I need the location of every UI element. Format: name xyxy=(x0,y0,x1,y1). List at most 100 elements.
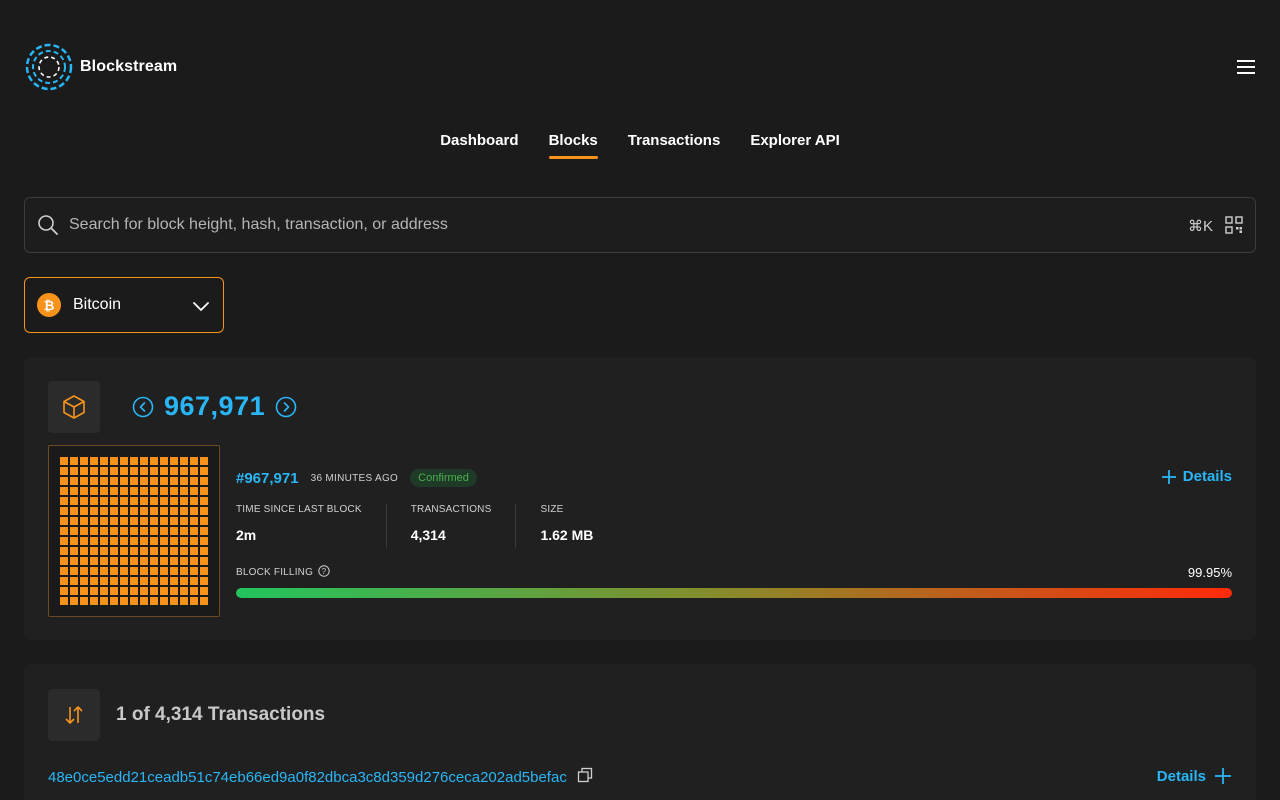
tx-cell xyxy=(70,527,78,535)
tx-cell xyxy=(150,597,158,605)
tx-cell xyxy=(90,547,98,555)
tx-cell xyxy=(80,457,88,465)
tx-cell xyxy=(110,577,118,585)
transaction-details-button[interactable]: Details xyxy=(1157,767,1232,785)
tx-cell xyxy=(200,577,208,585)
tx-cell xyxy=(100,557,108,565)
tx-cell xyxy=(60,537,68,545)
qr-scan-button[interactable] xyxy=(1225,216,1243,239)
tx-cell xyxy=(160,497,168,505)
tx-cell xyxy=(150,457,158,465)
block-link[interactable]: #967,971 xyxy=(236,470,299,487)
tx-cell xyxy=(90,477,98,485)
arrows-up-down-icon xyxy=(65,706,83,724)
nav-dashboard[interactable]: Dashboard xyxy=(440,132,518,159)
tx-cell xyxy=(70,557,78,565)
tx-cell xyxy=(180,507,188,515)
tx-cell xyxy=(180,497,188,505)
tx-cell xyxy=(90,557,98,565)
tx-cell xyxy=(70,497,78,505)
copy-button[interactable] xyxy=(577,767,593,788)
tx-cell xyxy=(140,487,148,495)
tx-cell xyxy=(160,467,168,475)
transaction-id-link[interactable]: 48e0ce5edd21ceadb51c74eb66ed9a0f82dbca3c… xyxy=(48,769,567,786)
tx-cell xyxy=(140,527,148,535)
tx-cell xyxy=(90,467,98,475)
tx-cell xyxy=(130,577,138,585)
tx-cell xyxy=(60,457,68,465)
nav-explorer-api[interactable]: Explorer API xyxy=(750,132,839,159)
nav-blocks[interactable]: Blocks xyxy=(548,132,598,159)
tx-cell xyxy=(130,537,138,545)
tx-cell xyxy=(110,507,118,515)
tx-cell xyxy=(100,487,108,495)
tx-cell xyxy=(170,517,178,525)
tx-cell xyxy=(120,487,128,495)
stat-size: SIZE 1.62 MB xyxy=(515,504,617,548)
tx-cell xyxy=(100,497,108,505)
tx-cell xyxy=(100,597,108,605)
tx-cell xyxy=(180,467,188,475)
tx-cell xyxy=(160,527,168,535)
status-badge: Confirmed xyxy=(410,469,477,487)
previous-block-button[interactable] xyxy=(132,396,154,418)
tx-cell xyxy=(170,577,178,585)
network-select[interactable]: ₿ Bitcoin xyxy=(24,277,224,333)
brand-name: Blockstream xyxy=(80,58,178,75)
tx-cell xyxy=(110,497,118,505)
tx-cell xyxy=(80,557,88,565)
stat-label: TIME SINCE LAST BLOCK xyxy=(236,504,362,515)
tx-cell xyxy=(170,497,178,505)
tx-cell xyxy=(90,577,98,585)
tx-cell xyxy=(200,537,208,545)
tx-cell xyxy=(150,467,158,475)
tx-cell xyxy=(180,477,188,485)
tx-cell xyxy=(190,597,198,605)
next-block-button[interactable] xyxy=(275,396,297,418)
tx-cell xyxy=(180,577,188,585)
tx-cell xyxy=(200,487,208,495)
nav-transactions[interactable]: Transactions xyxy=(628,132,721,159)
brand-logo[interactable]: Blockstream xyxy=(24,42,177,92)
tx-cell xyxy=(130,467,138,475)
copy-icon xyxy=(577,767,592,783)
block-details-button[interactable]: Details xyxy=(1161,468,1232,485)
tx-cell xyxy=(170,557,178,565)
tx-cell xyxy=(120,477,128,485)
tx-cell xyxy=(190,547,198,555)
tx-cell xyxy=(170,587,178,595)
help-icon[interactable]: ? xyxy=(318,565,330,580)
tx-cell xyxy=(60,557,68,565)
tx-cell xyxy=(70,467,78,475)
stat-value: 4,314 xyxy=(410,527,446,543)
tx-cell xyxy=(110,477,118,485)
keyboard-shortcut-hint: ⌘K xyxy=(1187,218,1213,235)
search-input[interactable] xyxy=(69,216,1129,234)
tx-cell xyxy=(100,577,108,585)
tx-cell xyxy=(80,507,88,515)
tx-cell xyxy=(150,537,158,545)
tx-cell xyxy=(180,487,188,495)
tx-cell xyxy=(60,517,68,525)
menu-button[interactable] xyxy=(1236,58,1256,76)
tx-cell xyxy=(130,587,138,595)
plus-icon xyxy=(1215,768,1231,784)
tx-cell xyxy=(160,457,168,465)
tx-cell xyxy=(80,567,88,575)
tx-cell xyxy=(70,487,78,495)
block-filling-percent: 99.95% xyxy=(1187,565,1232,580)
tx-cell xyxy=(160,517,168,525)
tx-cell xyxy=(140,537,148,545)
block-filling: BLOCK FILLING ? 99.95% xyxy=(236,565,1232,598)
tx-cell xyxy=(180,527,188,535)
tx-cell xyxy=(130,557,138,565)
tx-cell xyxy=(160,557,168,565)
tx-cell xyxy=(100,527,108,535)
block-tx-grid xyxy=(60,457,210,607)
tx-cell xyxy=(60,477,68,485)
tx-cell xyxy=(170,527,178,535)
tx-cell xyxy=(100,507,108,515)
tx-cell xyxy=(60,507,68,515)
tx-cell xyxy=(180,557,188,565)
tx-cell xyxy=(80,577,88,585)
